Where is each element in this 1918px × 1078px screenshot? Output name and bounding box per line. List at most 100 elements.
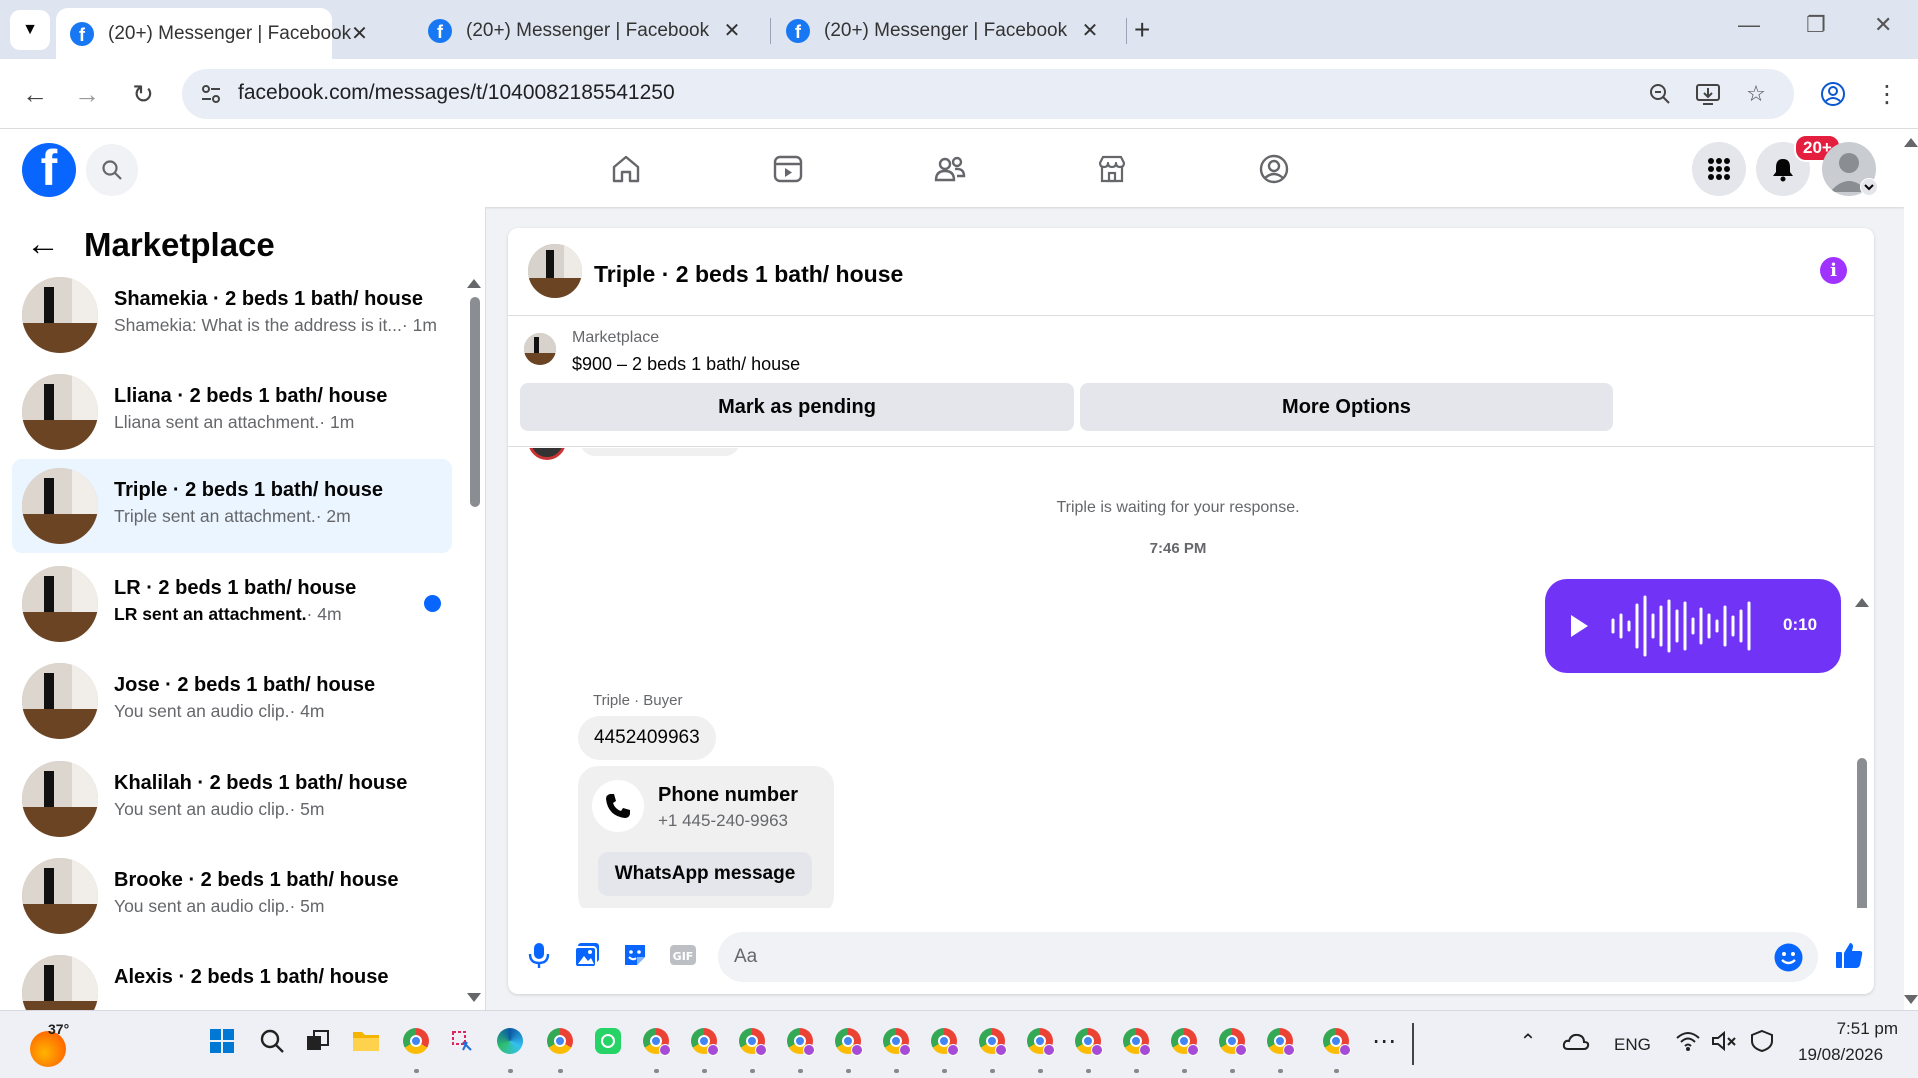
gif-icon[interactable]: GIF [668,940,698,970]
marketplace-icon[interactable] [1090,147,1134,191]
conversation-item[interactable]: Khalilah · 2 beds 1 bath/ house You sent … [12,752,452,846]
chrome-profile-icon[interactable] [1320,1025,1352,1057]
address-bar[interactable]: facebook.com/messages/t/1040082185541250… [182,69,1794,119]
back-arrow-icon[interactable]: ← [26,225,60,264]
listing-thumbnail[interactable] [524,333,556,365]
onedrive-cloud-icon[interactable] [1560,1025,1592,1057]
chrome-profile-icon[interactable] [1216,1025,1248,1057]
message-bubble[interactable]: 4452409963 [578,716,716,760]
message-input[interactable]: Aa [718,932,1818,982]
sticker-icon[interactable] [620,940,650,970]
chrome-profile-icon[interactable] [1024,1025,1056,1057]
more-apps-icon[interactable]: ⋯ [1368,1025,1400,1057]
conversation-item[interactable]: LR · 2 beds 1 bath/ house LR sent an atta… [12,557,452,651]
new-tab-button[interactable]: + [1134,14,1150,46]
page-scroll-up-icon[interactable] [1904,138,1918,147]
conversation-item[interactable]: Lliana · 2 beds 1 bath/ house Lliana sent… [12,365,452,459]
install-app-icon[interactable] [1694,80,1722,108]
running-indicator [1334,1069,1339,1073]
taskbar-search-icon[interactable] [256,1025,288,1057]
forward-icon[interactable]: → [68,75,106,113]
edge-icon[interactable] [494,1025,526,1057]
chat-title[interactable]: Triple · 2 beds 1 bath/ house [594,261,903,288]
conversation-item[interactable]: Jose · 2 beds 1 bath/ house You sent an a… [12,654,452,748]
thumbs-up-icon[interactable] [1832,938,1866,972]
menu-grid-button[interactable] [1692,142,1746,196]
chrome-icon[interactable] [544,1025,576,1057]
play-icon[interactable] [1571,615,1588,637]
browser-menu-icon[interactable]: ⋮ [1868,75,1906,113]
conversation-item[interactable]: Brooke · 2 beds 1 bath/ house You sent an… [12,849,452,943]
emoji-icon[interactable] [1774,943,1803,972]
chat-scrollbar[interactable] [1857,758,1867,908]
whatsapp-icon[interactable] [592,1025,624,1057]
tab-search-button[interactable]: ▼ [10,10,50,50]
conversation-item[interactable]: Shamekia · 2 beds 1 bath/ house Shamekia:… [12,268,452,362]
chrome-profile-icon[interactable] [976,1025,1008,1057]
info-icon[interactable]: i [1820,257,1847,284]
chat-avatar[interactable] [528,244,582,298]
gaming-icon[interactable] [1252,147,1296,191]
back-icon[interactable]: ← [16,75,54,113]
chrome-profile-icon[interactable] [784,1025,816,1057]
chat-scroll-up-icon[interactable] [1855,598,1869,607]
watch-video-icon[interactable] [766,147,810,191]
close-window-icon[interactable]: ✕ [1874,12,1892,38]
chrome-profile-icon[interactable] [1120,1025,1152,1057]
browser-tab-3[interactable]: f (20+) Messenger | Facebook ✕ [772,8,1116,53]
clock-time[interactable]: 7:51 pm [1822,1019,1898,1039]
chrome-profile-icon[interactable] [1264,1025,1296,1057]
chrome-profile-icon[interactable] [1168,1025,1200,1057]
file-explorer-icon[interactable] [350,1025,382,1057]
friends-icon[interactable] [928,147,972,191]
conversation-item[interactable]: Triple · 2 beds 1 bath/ house Triple sent… [12,459,452,553]
language-indicator[interactable]: ENG [1614,1035,1651,1055]
browser-tab-2[interactable]: f (20+) Messenger | Facebook ✕ [414,8,758,53]
mark-as-pending-button[interactable]: Mark as pending [520,383,1074,431]
chrome-profile-icon[interactable] [736,1025,768,1057]
volume-muted-icon[interactable] [1708,1025,1740,1057]
windows-start-icon[interactable] [206,1025,238,1057]
phone-card-number[interactable]: +1 445-240-9963 [658,811,788,831]
listing-price-title[interactable]: $900 – 2 beds 1 bath/ house [572,354,800,375]
audio-message[interactable]: 0:10 [1545,579,1841,673]
clock-date[interactable]: 19/08/2026 [1798,1045,1883,1065]
bookmark-star-icon[interactable]: ☆ [1742,80,1770,108]
chrome-profile-icon[interactable] [1072,1025,1104,1057]
task-view-icon[interactable] [302,1025,334,1057]
bell-icon [1773,159,1793,182]
photo-icon[interactable] [572,940,602,970]
snipping-tool-icon[interactable] [446,1025,478,1057]
page-scrollbar[interactable] [1904,129,1918,1010]
whatsapp-message-button[interactable]: WhatsApp message [598,852,812,896]
microphone-icon[interactable] [524,940,554,970]
close-tab-icon[interactable]: ✕ [720,18,744,43]
battery-saver-icon[interactable] [1746,1025,1778,1057]
chrome-icon[interactable] [400,1025,432,1057]
sidebar-scrollbar[interactable] [470,297,480,507]
close-tab-icon[interactable]: ✕ [1078,18,1102,43]
facebook-search-button[interactable] [86,144,138,196]
sidebar-scroll-up-icon[interactable] [467,279,481,288]
wifi-icon[interactable] [1672,1025,1704,1057]
chrome-profile-icon[interactable] [688,1025,720,1057]
site-settings-icon[interactable] [198,81,224,107]
page-scroll-down-icon[interactable] [1904,995,1918,1004]
zoom-icon[interactable] [1646,80,1674,108]
chrome-profile-icon[interactable] [880,1025,912,1057]
profile-icon[interactable] [1814,75,1852,113]
facebook-logo-icon[interactable]: f [22,143,76,197]
restore-icon[interactable]: ❐ [1806,12,1826,38]
sidebar-scroll-down-icon[interactable] [467,993,481,1002]
chrome-profile-icon[interactable] [832,1025,864,1057]
account-chevron-icon[interactable] [1860,178,1878,196]
minimize-icon[interactable]: — [1738,12,1760,38]
show-hidden-icons-icon[interactable]: ⌃ [1512,1025,1544,1057]
browser-tab-1[interactable]: f (20+) Messenger | Facebook ✕ [56,8,368,59]
chrome-profile-icon[interactable] [928,1025,960,1057]
more-options-button[interactable]: More Options [1080,383,1613,431]
close-tab-icon[interactable]: ✕ [351,21,368,46]
chrome-profile-icon[interactable] [640,1025,672,1057]
reload-icon[interactable]: ↻ [124,75,162,113]
home-icon[interactable] [604,147,648,191]
